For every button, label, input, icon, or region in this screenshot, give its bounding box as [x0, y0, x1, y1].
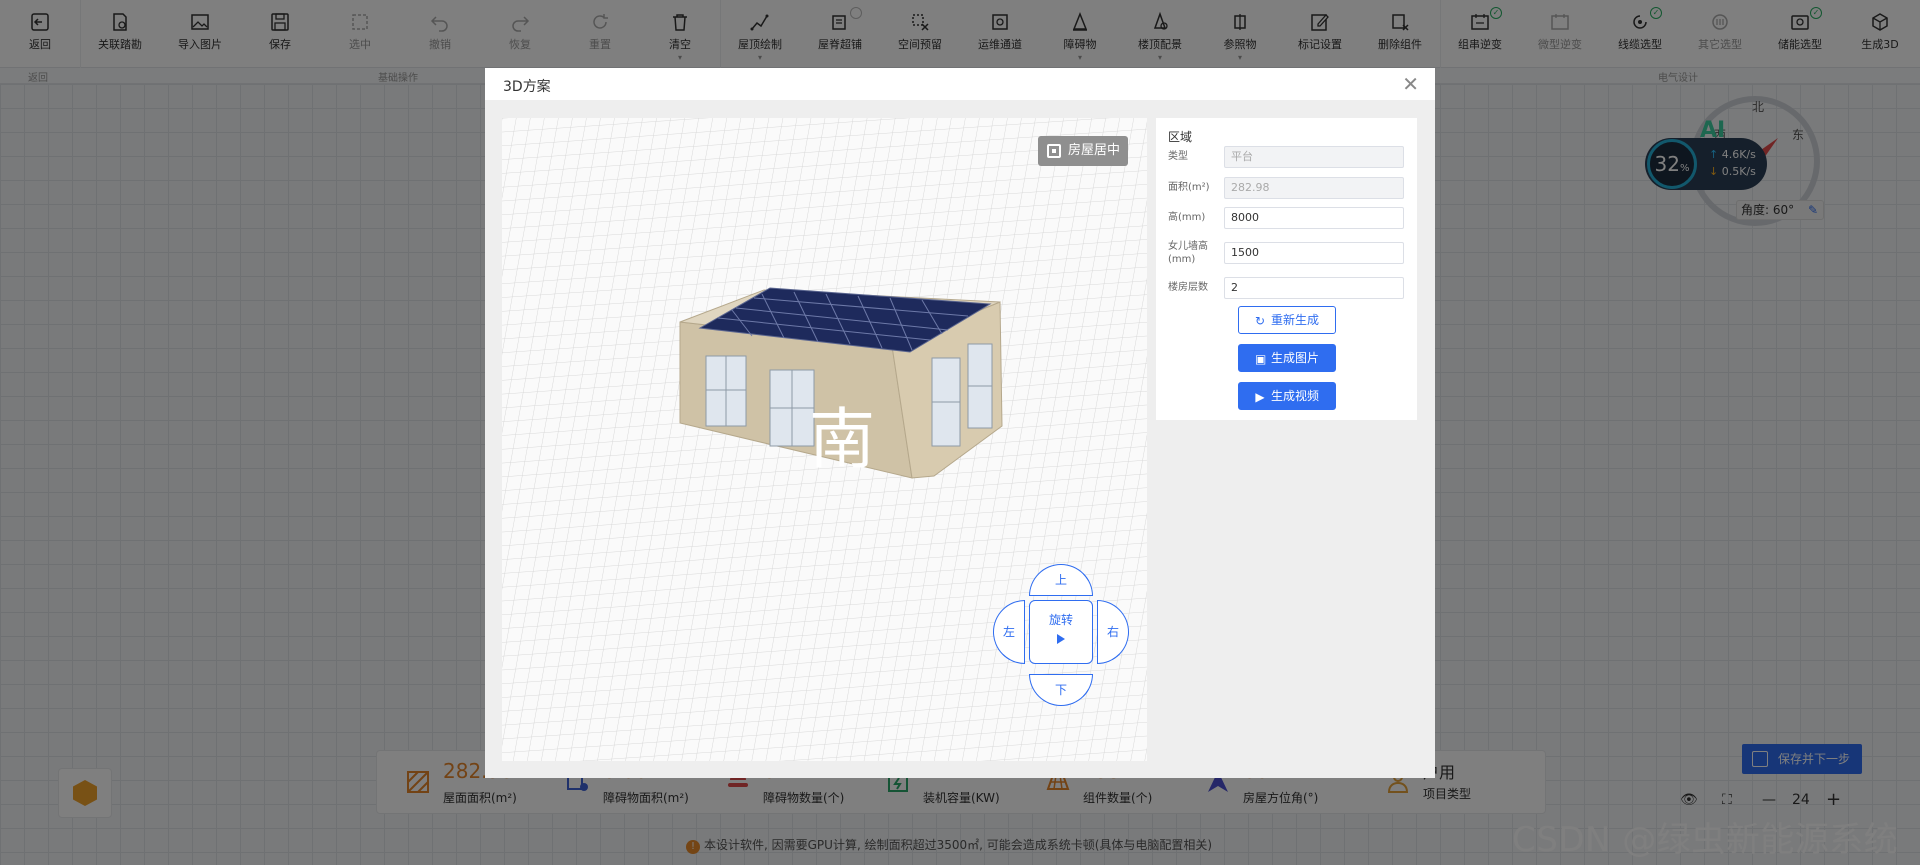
center-house-button[interactable]: 房屋居中 [1038, 136, 1128, 166]
generate-image-button[interactable]: ▣ 生成图片 [1238, 344, 1336, 372]
generate-video-label: 生成视频 [1270, 389, 1319, 403]
3d-viewport[interactable]: 南 房屋居中 上 下 左 右 旋转 [502, 118, 1147, 761]
refresh-icon: ↻ [1254, 314, 1266, 328]
close-icon[interactable]: ✕ [1402, 72, 1419, 96]
field-label: 高(mm) [1168, 212, 1206, 223]
field-label: 楼房层数 [1168, 282, 1208, 293]
dialog-header: 3D方案 ✕ [485, 68, 1435, 100]
parapet-height-input[interactable]: 1500 [1224, 242, 1404, 264]
field-label: 面积(m²) [1168, 182, 1210, 193]
panel-title: 区域 [1168, 130, 1193, 144]
play-icon [1057, 634, 1065, 644]
field-label: 类型 [1168, 151, 1188, 162]
field-floors: 楼房层数 2 [1168, 277, 1408, 299]
field-height: 高(mm) 8000 [1168, 207, 1408, 229]
focus-center-icon [1047, 144, 1061, 158]
field-type: 类型 平台 [1168, 146, 1408, 168]
rotate-play-button[interactable]: 旋转 [1029, 600, 1093, 664]
dialog-title: 3D方案 [503, 79, 551, 95]
center-house-label: 房屋居中 [1068, 143, 1121, 158]
type-input: 平台 [1224, 146, 1404, 168]
image-icon: ▣ [1254, 352, 1267, 366]
rotate-label: 旋转 [1048, 613, 1073, 627]
regenerate-button[interactable]: ↻ 重新生成 [1238, 306, 1336, 334]
building-south-label: 南 [809, 401, 875, 478]
video-icon: ▶ [1255, 390, 1265, 404]
dialog-body: 南 房屋居中 上 下 左 右 旋转 区域 类型 平台 面积(m²) 282.98 [485, 100, 1435, 778]
area-input: 282.98 [1224, 177, 1404, 199]
floors-input[interactable]: 2 [1224, 277, 1404, 299]
regenerate-label: 重新生成 [1270, 313, 1319, 327]
field-parapet-height: 女儿墙高(mm) 1500 [1168, 241, 1408, 265]
height-input[interactable]: 8000 [1224, 207, 1404, 229]
field-label: 女儿墙高(mm) [1168, 241, 1208, 265]
field-area: 面积(m²) 282.98 [1168, 177, 1408, 199]
generate-video-button[interactable]: ▶ 生成视频 [1238, 382, 1336, 410]
generate-image-label: 生成图片 [1270, 351, 1319, 365]
3d-scene: 南 [502, 118, 1147, 761]
region-properties-panel: 区域 类型 平台 面积(m²) 282.98 高(mm) 8000 女儿墙高(m… [1156, 118, 1417, 420]
3d-scheme-dialog: 3D方案 ✕ 南 房屋居中 上 下 左 右 旋转 区域 类型 平台 面积(m²)… [485, 68, 1435, 778]
